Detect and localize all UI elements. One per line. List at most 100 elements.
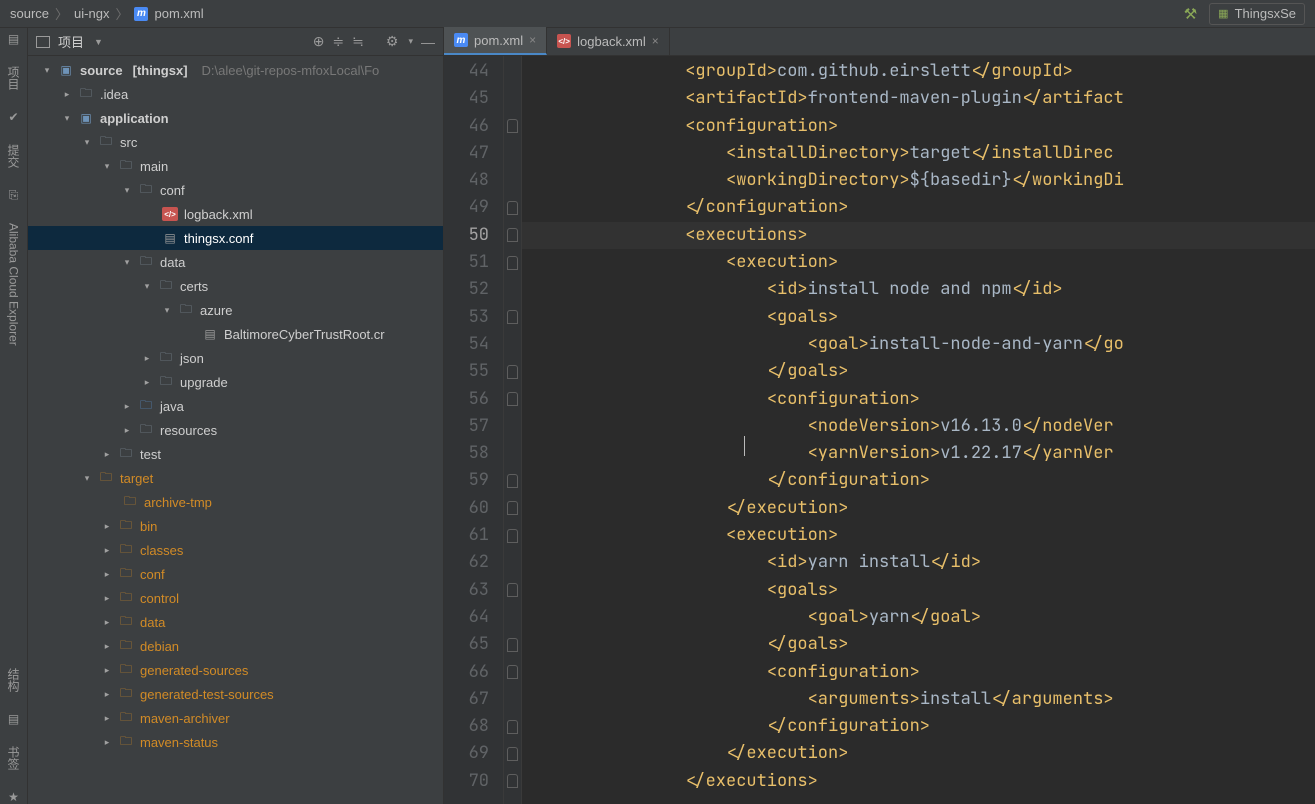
- line-number[interactable]: 60: [444, 495, 489, 522]
- tab-logback-xml[interactable]: </> logback.xml ×: [547, 27, 670, 55]
- commit-strip-label[interactable]: 提交: [5, 138, 22, 174]
- expand-arrow-icon[interactable]: ▾: [122, 257, 132, 268]
- fold-toggle-icon[interactable]: [507, 467, 519, 494]
- fold-toggle-icon[interactable]: [507, 194, 519, 221]
- expand-arrow-icon[interactable]: ▸: [102, 569, 112, 580]
- fold-toggle-icon[interactable]: [507, 249, 519, 276]
- expand-arrow-icon[interactable]: ▾: [62, 113, 72, 124]
- line-number[interactable]: 61: [444, 522, 489, 549]
- expand-arrow-icon[interactable]: ▸: [102, 521, 112, 532]
- tree-file-thingsx-conf[interactable]: ▤ thingsx.conf: [28, 226, 443, 250]
- code-line[interactable]: <nodeVersion>v16.13.0</nodeVer: [522, 413, 1315, 440]
- code-line[interactable]: </executions>: [522, 768, 1315, 795]
- line-number[interactable]: 66: [444, 659, 489, 686]
- tree-folder-classes[interactable]: ▸ 🗀 classes: [28, 538, 443, 562]
- code-line[interactable]: <artifactId>frontend-maven-plugin</artif…: [522, 85, 1315, 112]
- expand-all-icon[interactable]: ≑: [332, 33, 344, 50]
- line-number[interactable]: 69: [444, 740, 489, 767]
- project-strip-label[interactable]: 项目: [5, 60, 22, 96]
- fold-toggle-icon[interactable]: [507, 577, 519, 604]
- line-number[interactable]: 63: [444, 577, 489, 604]
- fold-toggle-icon[interactable]: [507, 113, 519, 140]
- run-configuration-dropdown[interactable]: ▦ ThingsxSe: [1209, 3, 1305, 25]
- code-content[interactable]: <groupId>com.github.eirslett</groupId> <…: [522, 56, 1315, 804]
- code-line[interactable]: </execution>: [522, 495, 1315, 522]
- line-number[interactable]: 52: [444, 276, 489, 303]
- tree-folder-archive-tmp[interactable]: 🗀 archive-tmp: [28, 490, 443, 514]
- expand-arrow-icon[interactable]: ▾: [142, 281, 152, 292]
- code-line[interactable]: </goals>: [522, 358, 1315, 385]
- line-number[interactable]: 49: [444, 194, 489, 221]
- tree-file-logback[interactable]: </> logback.xml: [28, 202, 443, 226]
- code-line[interactable]: <goals>: [522, 304, 1315, 331]
- commit-strip-icon[interactable]: ✔: [8, 110, 18, 124]
- breadcrumb-root[interactable]: source: [10, 6, 49, 21]
- tree-folder-upgrade[interactable]: ▸ 🗀 upgrade: [28, 370, 443, 394]
- expand-arrow-icon[interactable]: ▸: [142, 353, 152, 364]
- line-number[interactable]: 51: [444, 249, 489, 276]
- code-line[interactable]: <goals>: [522, 577, 1315, 604]
- code-line[interactable]: <configuration>: [522, 659, 1315, 686]
- tree-folder-idea[interactable]: ▸ 🗀 .idea: [28, 82, 443, 106]
- tree-folder-generated-sources[interactable]: ▸ 🗀 generated-sources: [28, 658, 443, 682]
- line-number[interactable]: 64: [444, 604, 489, 631]
- code-line[interactable]: <id>yarn install</id>: [522, 549, 1315, 576]
- tree-folder-generated-test-sources[interactable]: ▸ 🗀 generated-test-sources: [28, 682, 443, 706]
- line-number[interactable]: 59: [444, 467, 489, 494]
- line-number[interactable]: 45: [444, 85, 489, 112]
- expand-arrow-icon[interactable]: ▸: [102, 593, 112, 604]
- line-number[interactable]: 58: [444, 440, 489, 467]
- expand-arrow-icon[interactable]: ▸: [102, 689, 112, 700]
- code-line[interactable]: <configuration>: [522, 386, 1315, 413]
- fold-gutter[interactable]: [504, 56, 522, 804]
- code-line[interactable]: </goals>: [522, 631, 1315, 658]
- code-line[interactable]: <execution>: [522, 522, 1315, 549]
- expand-arrow-icon[interactable]: ▸: [102, 449, 112, 460]
- line-number[interactable]: 53: [444, 304, 489, 331]
- breadcrumb-module[interactable]: ui-ngx: [74, 6, 109, 21]
- tree-folder-maven-archiver[interactable]: ▸ 🗀 maven-archiver: [28, 706, 443, 730]
- alicloud-strip-label[interactable]: Alibaba Cloud Explorer: [7, 217, 21, 352]
- expand-arrow-icon[interactable]: ▸: [102, 617, 112, 628]
- line-number[interactable]: 54: [444, 331, 489, 358]
- close-tab-icon[interactable]: ×: [652, 34, 659, 48]
- tree-folder-data[interactable]: ▾ 🗀 data: [28, 250, 443, 274]
- expand-arrow-icon[interactable]: ▸: [102, 737, 112, 748]
- code-viewport[interactable]: 4445464748495051525354555657585960616263…: [444, 56, 1315, 804]
- build-icon[interactable]: ⚒: [1184, 5, 1197, 23]
- tree-folder-target[interactable]: ▾ 🗀 target: [28, 466, 443, 490]
- expand-arrow-icon[interactable]: ▸: [62, 89, 72, 100]
- tree-folder-data-target[interactable]: ▸ 🗀 data: [28, 610, 443, 634]
- tree-folder-azure[interactable]: ▾ 🗀 azure: [28, 298, 443, 322]
- line-number[interactable]: 65: [444, 631, 489, 658]
- line-number[interactable]: 68: [444, 713, 489, 740]
- fold-toggle-icon[interactable]: [507, 304, 519, 331]
- project-view-icon[interactable]: [36, 36, 50, 48]
- code-line[interactable]: <workingDirectory>${basedir}</workingDi: [522, 167, 1315, 194]
- code-line[interactable]: <arguments>install</arguments>: [522, 686, 1315, 713]
- expand-arrow-icon[interactable]: ▸: [102, 665, 112, 676]
- expand-arrow-icon[interactable]: ▾: [82, 137, 92, 148]
- close-tab-icon[interactable]: ×: [529, 33, 536, 47]
- expand-arrow-icon[interactable]: ▸: [122, 401, 132, 412]
- line-number[interactable]: 50: [444, 222, 489, 249]
- tree-folder-test[interactable]: ▸ 🗀 test: [28, 442, 443, 466]
- breadcrumb-file[interactable]: pom.xml: [154, 6, 203, 21]
- line-number-gutter[interactable]: 4445464748495051525354555657585960616263…: [444, 56, 504, 804]
- fold-toggle-icon[interactable]: [507, 386, 519, 413]
- code-line[interactable]: <groupId>com.github.eirslett</groupId>: [522, 58, 1315, 85]
- expand-arrow-icon[interactable]: ▸: [122, 425, 132, 436]
- fold-toggle-icon[interactable]: [507, 495, 519, 522]
- code-line[interactable]: <executions>: [522, 222, 1315, 249]
- collapse-all-icon[interactable]: ≒: [352, 33, 364, 50]
- expand-arrow-icon[interactable]: ▸: [102, 641, 112, 652]
- expand-arrow-icon[interactable]: ▾: [82, 473, 92, 484]
- fold-toggle-icon[interactable]: [507, 768, 519, 795]
- line-number[interactable]: 57: [444, 413, 489, 440]
- tree-folder-control[interactable]: ▸ 🗀 control: [28, 586, 443, 610]
- tree-folder-main[interactable]: ▾ 🗀 main: [28, 154, 443, 178]
- expand-arrow-icon[interactable]: ▾: [162, 305, 172, 316]
- code-line[interactable]: <installDirectory>target</installDirec: [522, 140, 1315, 167]
- tree-folder-conf[interactable]: ▾ 🗀 conf: [28, 178, 443, 202]
- tree-folder-java[interactable]: ▸ 🗀 java: [28, 394, 443, 418]
